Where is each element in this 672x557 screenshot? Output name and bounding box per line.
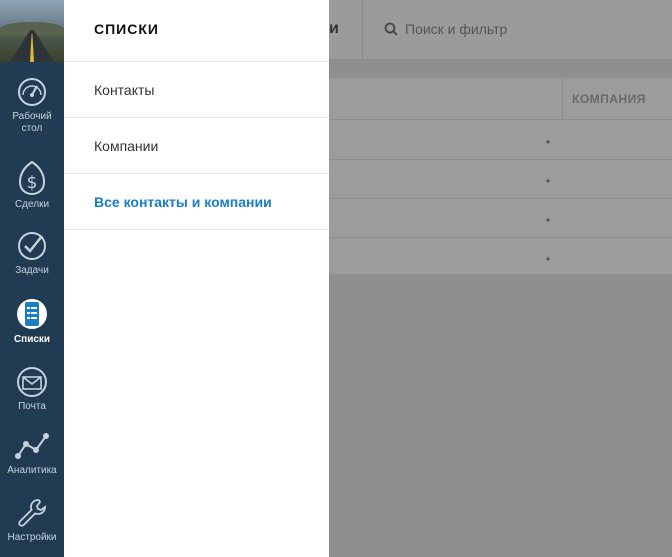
checkmark-icon	[18, 232, 46, 260]
contacts-table: КОМПАНИЯ • • • •	[329, 78, 672, 277]
nav-label-desktop-line1: Рабочий	[12, 111, 52, 122]
nav-label-analytics: Аналитика	[7, 465, 57, 476]
svg-text:$: $	[27, 173, 38, 193]
row-marker: •	[546, 213, 551, 227]
table-row[interactable]: •	[329, 121, 672, 160]
table-row[interactable]: •	[329, 238, 672, 277]
nav-label-desktop-line2: стол	[21, 123, 43, 134]
top-bar: и Поиск и фильтр	[329, 0, 672, 60]
search-icon[interactable]	[384, 22, 398, 36]
nav-item-desktop[interactable]: Рабочий стол	[0, 76, 64, 135]
nav-label-settings: Настройки	[7, 532, 57, 543]
nav-item-deals[interactable]: $ Сделки	[0, 160, 64, 211]
drawer-item-contacts[interactable]: Контакты	[64, 62, 329, 118]
nav-item-lists[interactable]: Списки	[0, 297, 64, 346]
page-title-partial: и	[329, 20, 339, 37]
search-filter-input[interactable]: Поиск и фильтр	[405, 21, 507, 37]
drawer-item-label: Компании	[94, 138, 159, 154]
list-icon	[17, 299, 47, 329]
nav-label-lists: Списки	[13, 334, 51, 345]
nav-label-mail: Почта	[18, 401, 46, 412]
nav-item-analytics[interactable]: Аналитика	[0, 430, 64, 477]
table-row[interactable]: •	[329, 160, 672, 199]
nav-item-tasks[interactable]: Задачи	[0, 230, 64, 277]
table-row[interactable]: •	[329, 199, 672, 238]
dollar-icon: $	[18, 160, 46, 196]
mail-icon	[17, 367, 47, 397]
drawer-item-all-contacts-companies[interactable]: Все контакты и компании	[64, 174, 329, 230]
nav-label-deals: Сделки	[14, 199, 50, 210]
table-header: КОМПАНИЯ	[329, 78, 672, 120]
drawer-item-label: Все контакты и компании	[94, 194, 272, 210]
nav-label-desktop: Рабочий стол	[0, 111, 64, 135]
nav-item-mail[interactable]: Почта	[0, 366, 64, 413]
avatar[interactable]	[0, 0, 64, 62]
topbar-divider	[362, 0, 363, 60]
drawer-item-label: Контакты	[94, 82, 155, 98]
nav-label-tasks: Задачи	[15, 265, 49, 276]
row-marker: •	[546, 252, 551, 266]
lists-drawer: СПИСКИ Контакты Компании Все контакты и …	[64, 0, 329, 557]
column-separator	[562, 78, 563, 120]
speedometer-icon	[18, 78, 46, 106]
column-header-company[interactable]: КОМПАНИЯ	[572, 92, 646, 106]
analytics-icon	[15, 433, 49, 459]
drawer-item-companies[interactable]: Компании	[64, 118, 329, 174]
nav-item-settings[interactable]: Настройки	[0, 497, 64, 544]
drawer-title: СПИСКИ	[94, 21, 159, 37]
row-marker: •	[546, 135, 551, 149]
left-nav-rail: Рабочий стол $ Сделки Задачи Списки Почт…	[0, 0, 64, 557]
row-marker: •	[546, 174, 551, 188]
wrench-icon	[18, 499, 46, 527]
